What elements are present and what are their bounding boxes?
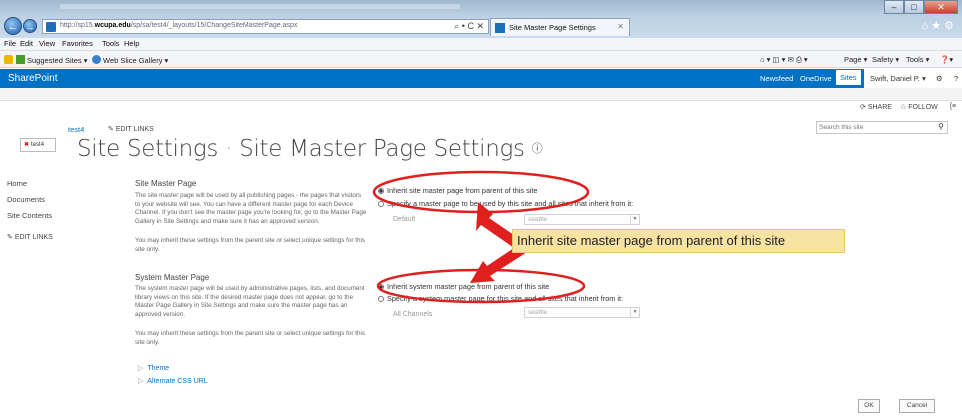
annotation-overlay bbox=[372, 170, 590, 304]
annotation-callout: Inherit site master page from parent of … bbox=[512, 229, 845, 253]
